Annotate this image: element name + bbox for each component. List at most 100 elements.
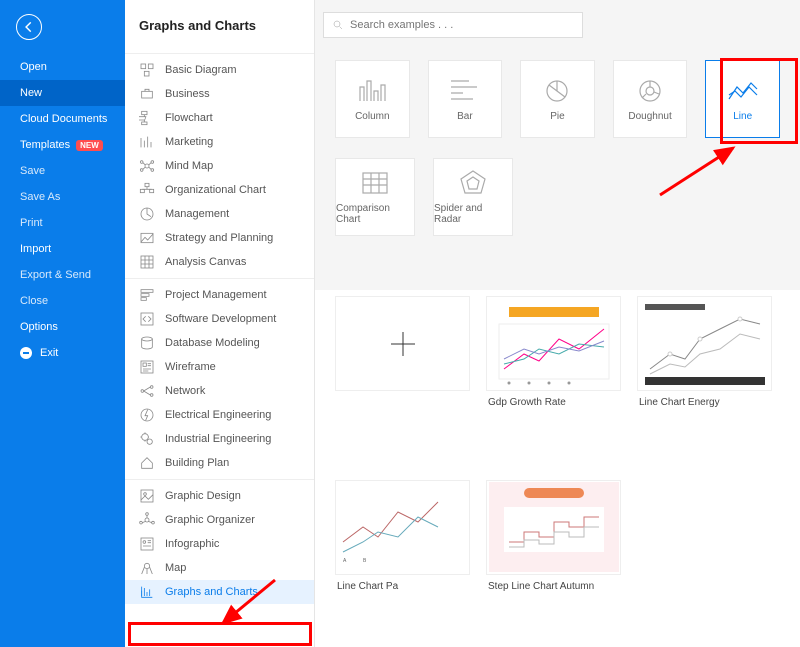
category-network[interactable]: Network: [125, 379, 314, 403]
category-project-management[interactable]: Project Management: [125, 283, 314, 307]
category-marketing[interactable]: Marketing: [125, 130, 314, 154]
category-icon: [139, 560, 155, 576]
chart-type-column[interactable]: Column: [335, 60, 410, 138]
category-icon: [139, 335, 155, 351]
menu-item-exit[interactable]: Exit: [0, 340, 125, 366]
category-business[interactable]: Business: [125, 82, 314, 106]
template-label: Step Line Chart Autumn: [486, 575, 621, 598]
category-label: Software Development: [165, 313, 276, 325]
category-map[interactable]: Map: [125, 556, 314, 580]
menu-item-open[interactable]: Open: [0, 54, 125, 80]
category-basic-diagram[interactable]: Basic Diagram: [125, 58, 314, 82]
menu-item-label: Save: [20, 165, 45, 177]
template-thumb: [486, 296, 621, 391]
search-input[interactable]: [350, 19, 574, 31]
chart-type-line[interactable]: Line: [705, 60, 780, 138]
chart-type-label: Pie: [550, 111, 564, 122]
category-organizational-chart[interactable]: Organizational Chart: [125, 178, 314, 202]
menu-item-label: Cloud Documents: [20, 113, 107, 125]
bar-icon: [449, 77, 481, 105]
category-icon: [139, 254, 155, 270]
template-label: Gdp Growth Rate: [486, 391, 621, 414]
category-icon: [139, 158, 155, 174]
category-icon: [139, 311, 155, 327]
svg-text:A: A: [343, 558, 347, 564]
category-icon: [139, 584, 155, 600]
search-box[interactable]: [323, 12, 583, 38]
category-icon: [139, 86, 155, 102]
chart-type-label: Bar: [457, 111, 473, 122]
template-card[interactable]: Gdp Growth Rate: [486, 296, 621, 464]
template-card[interactable]: Step Line Chart Autumn: [486, 480, 621, 647]
category-wireframe[interactable]: Wireframe: [125, 355, 314, 379]
divider: [125, 278, 314, 279]
menu-item-cloud-documents[interactable]: Cloud Documents: [0, 106, 125, 132]
category-strategy-and-planning[interactable]: Strategy and Planning: [125, 226, 314, 250]
templates-area: Gdp Growth Rate Line Chart Energy ABLine C…: [315, 290, 800, 647]
category-analysis-canvas[interactable]: Analysis Canvas: [125, 250, 314, 274]
menu-item-save-as[interactable]: Save As: [0, 184, 125, 210]
category-icon: [139, 383, 155, 399]
category-label: Mind Map: [165, 160, 213, 172]
template-thumb: [486, 480, 621, 575]
chart-types: Column Bar Pie Doughnut Line Comparison Char…: [315, 60, 800, 256]
menu-item-print[interactable]: Print: [0, 210, 125, 236]
menu-item-close[interactable]: Close: [0, 288, 125, 314]
category-icon: [139, 206, 155, 222]
category-industrial-engineering[interactable]: Industrial Engineering: [125, 427, 314, 451]
exit-icon: [20, 347, 32, 359]
category-graphic-organizer[interactable]: Graphic Organizer: [125, 508, 314, 532]
file-menu-sidebar: Open New Cloud Documents TemplatesNEW Save Sa…: [0, 0, 125, 647]
line-icon: [727, 77, 759, 105]
template-card[interactable]: ABLine Chart Pa: [335, 480, 470, 647]
arrow-left-icon: [22, 20, 36, 34]
category-icon: [139, 62, 155, 78]
category-label: Flowchart: [165, 112, 213, 124]
chart-type-doughnut[interactable]: Doughnut: [613, 60, 688, 138]
category-electrical-engineering[interactable]: Electrical Engineering: [125, 403, 314, 427]
chart-type-pie[interactable]: Pie: [520, 60, 595, 138]
category-label: Building Plan: [165, 457, 229, 469]
chart-type-label: Column: [355, 111, 389, 122]
category-label: Graphic Design: [165, 490, 241, 502]
chart-type-bar[interactable]: Bar: [428, 60, 503, 138]
menu-item-label: Exit: [40, 347, 58, 359]
template-card[interactable]: [335, 296, 470, 464]
template-thumb: AB: [335, 480, 470, 575]
category-label: Project Management: [165, 289, 267, 301]
back-button[interactable]: [16, 14, 42, 40]
menu-item-export-send[interactable]: Export & Send: [0, 262, 125, 288]
category-database-modeling[interactable]: Database Modeling: [125, 331, 314, 355]
category-icon: [139, 110, 155, 126]
category-icon: [139, 182, 155, 198]
category-icon: [139, 431, 155, 447]
menu-item-options[interactable]: Options: [0, 314, 125, 340]
category-graphic-design[interactable]: Graphic Design: [125, 484, 314, 508]
category-icon: [139, 407, 155, 423]
category-label: Network: [165, 385, 205, 397]
category-graphs-and-charts[interactable]: Graphs and Charts: [125, 580, 314, 604]
template-card[interactable]: Line Chart Energy: [637, 296, 772, 464]
category-building-plan[interactable]: Building Plan: [125, 451, 314, 475]
category-flowchart[interactable]: Flowchart: [125, 106, 314, 130]
category-software-development[interactable]: Software Development: [125, 307, 314, 331]
chart-type-radar[interactable]: Spider and Radar: [433, 158, 513, 236]
chart-type-label: Line: [733, 111, 752, 122]
search-icon: [332, 19, 344, 31]
search-wrap: [323, 12, 583, 38]
menu-item-save[interactable]: Save: [0, 158, 125, 184]
divider: [125, 53, 314, 54]
category-infographic[interactable]: Infographic: [125, 532, 314, 556]
category-mind-map[interactable]: Mind Map: [125, 154, 314, 178]
category-management[interactable]: Management: [125, 202, 314, 226]
radar-icon: [457, 169, 489, 197]
menu-item-label: Open: [20, 61, 47, 73]
menu-item-import[interactable]: Import: [0, 236, 125, 262]
menu-item-label: New: [20, 87, 42, 99]
category-icon: [139, 134, 155, 150]
column-icon: [356, 77, 388, 105]
menu-item-new[interactable]: New: [0, 80, 125, 106]
category-label: Analysis Canvas: [165, 256, 246, 268]
menu-item-templates[interactable]: TemplatesNEW: [0, 132, 125, 158]
chart-type-table[interactable]: Comparison Chart: [335, 158, 415, 236]
